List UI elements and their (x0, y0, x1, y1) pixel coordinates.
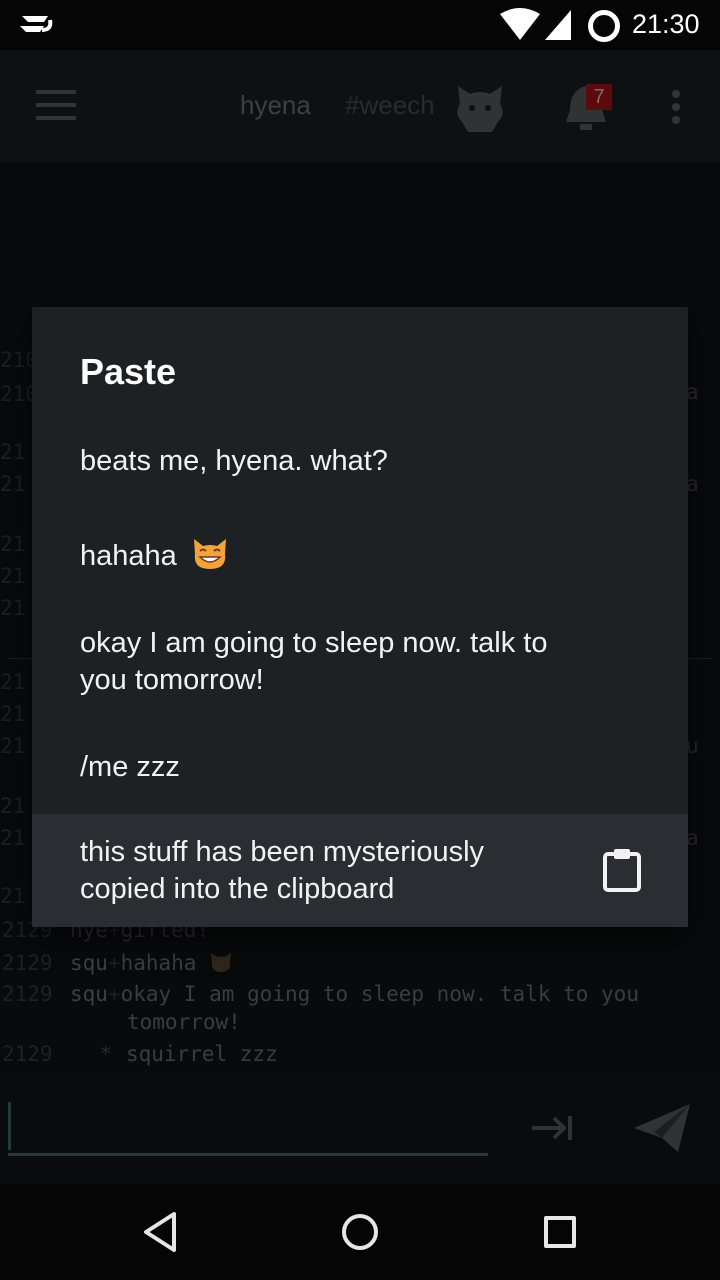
wifi-icon (500, 8, 540, 40)
paste-item-text: /me zzz (80, 751, 180, 783)
clipboard-icon (603, 849, 641, 892)
signal-icon (545, 10, 571, 40)
screen: 21:30 hyena #weechat 7 210 210 21 21 21 … (0, 0, 720, 1280)
paste-item[interactable]: okay I am going to sleep now. talk to yo… (32, 625, 688, 711)
home-circle-icon[interactable] (342, 1214, 378, 1250)
grinning-cat-emoji-icon (193, 539, 226, 569)
paste-item-text: beats me, hyena. what? (80, 445, 388, 477)
paste-item-text: this stuff has been mysteriously copied … (80, 836, 485, 905)
paste-item-text: okay I am going to sleep now. talk to yo… (80, 627, 548, 696)
back-triangle-icon[interactable] (140, 1210, 180, 1254)
paste-item[interactable]: beats me, hyena. what? (32, 425, 688, 499)
weechat-logo-icon (20, 16, 53, 32)
status-bar: 21:30 (0, 0, 720, 50)
dialog-title: Paste (80, 351, 177, 392)
paste-item[interactable]: hahaha (32, 521, 688, 595)
paste-item-text: hahaha (80, 540, 177, 572)
navigation-bar (0, 1184, 720, 1280)
paste-dialog: Paste beats me, hyena. what? hahaha okay… (32, 307, 688, 927)
sync-circle-icon (588, 10, 620, 42)
recents-square-icon[interactable] (544, 1216, 576, 1248)
paste-item[interactable]: /me zzz (32, 737, 688, 811)
paste-item-clipboard[interactable]: this stuff has been mysteriously copied … (32, 814, 688, 927)
clock: 21:30 (632, 9, 700, 39)
